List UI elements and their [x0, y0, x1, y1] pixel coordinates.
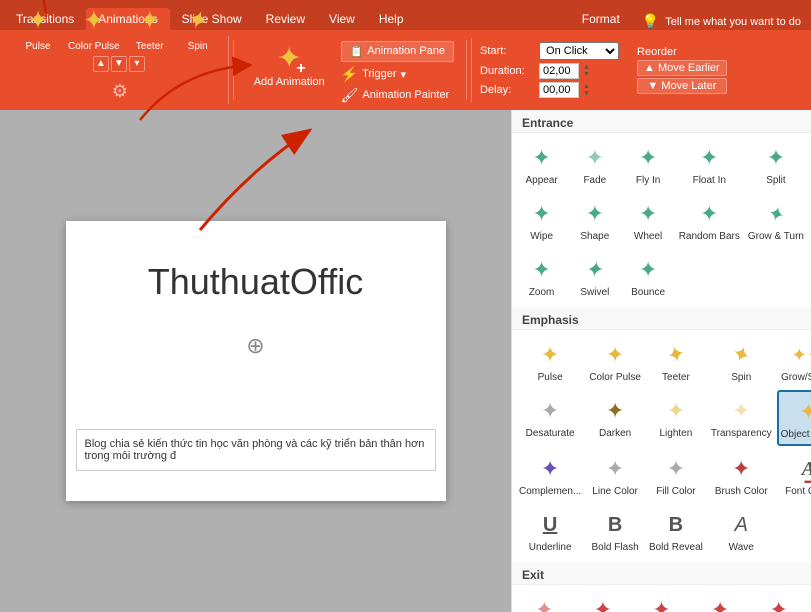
anim-bounce[interactable]: ✦ Bounce	[622, 249, 673, 303]
anim-object-color[interactable]: ✦ Object Color	[777, 390, 811, 446]
anim-random-bars[interactable]: ✦ Random Bars	[676, 193, 743, 247]
anim-spin-panel[interactable]: ✦ Spin	[708, 334, 775, 388]
anim-zoom[interactable]: ✦ Zoom	[516, 249, 567, 303]
anim-transparency[interactable]: ✦ Transparency	[708, 390, 775, 446]
anim-complement[interactable]: ✦ Complemen...	[516, 448, 584, 502]
anim-fade-exit[interactable]: ✦ Fade	[575, 589, 632, 612]
anim-float-in[interactable]: ✦ Float In	[676, 137, 743, 191]
anim-bold-flash[interactable]: B Bold Flash	[586, 504, 644, 558]
start-dropdown[interactable]: On Click	[539, 42, 619, 60]
anim-pulse[interactable]: ✦ Pulse	[16, 1, 60, 54]
timing-section: Start: On Click Duration: ▲ ▼ Delay:	[471, 38, 627, 102]
anim-appear[interactable]: ✦ Appear	[516, 137, 567, 191]
reorder-section: Reorder ▲ Move Earlier ▼ Move Later	[631, 46, 733, 94]
duration-label: Duration:	[480, 65, 535, 77]
anim-wave[interactable]: A Wave	[708, 504, 775, 558]
tell-me-text[interactable]: Tell me what you want to do	[665, 16, 801, 28]
scroll-up-btn[interactable]: ▲	[93, 56, 109, 72]
tab-review[interactable]: Review	[254, 8, 317, 30]
anim-fade[interactable]: ✦ Fade	[569, 137, 620, 191]
lightbulb-icon: 💡	[642, 13, 659, 30]
move-later-btn[interactable]: ▼ Move Later	[637, 78, 727, 94]
anim-teeter[interactable]: ✦ Teeter	[128, 1, 172, 54]
tab-format[interactable]: Format	[570, 8, 632, 30]
anim-disappear[interactable]: ✦ Disappear	[516, 589, 573, 612]
anim-bold-reveal[interactable]: B Bold Reveal	[646, 504, 706, 558]
anim-spin[interactable]: ✦ Spin	[176, 1, 220, 54]
anim-font-color[interactable]: A ▬ Font Color	[777, 448, 811, 502]
target-icon: ⊕	[246, 333, 264, 359]
pane-icon: 📋	[350, 45, 364, 58]
animation-painter-btn[interactable]: 🖌 Animation Painter	[341, 87, 454, 104]
start-label: Start:	[480, 45, 535, 57]
main-area: ThuthuatOffic ⊕ Blog chia sẻ kiến thức t…	[0, 110, 811, 612]
delay-label: Delay:	[480, 84, 535, 96]
anim-line-color[interactable]: ✦ Line Color	[586, 448, 644, 502]
scroll-down-btn[interactable]: ▼	[111, 56, 127, 72]
anim-split-exit[interactable]: ✦ Split	[750, 589, 807, 612]
anim-swivel[interactable]: ✦ Swivel	[569, 249, 620, 303]
tab-help[interactable]: Help	[367, 8, 416, 30]
animation-pane-btn[interactable]: 📋 Animation Pane	[341, 41, 454, 62]
slide-title: ThuthuatOffic	[148, 261, 363, 303]
anim-underline[interactable]: U Underline	[516, 504, 584, 558]
tab-view[interactable]: View	[317, 8, 367, 30]
anim-wheel[interactable]: ✦ Wheel	[622, 193, 673, 247]
anim-shape[interactable]: ✦ Shape	[569, 193, 620, 247]
trigger-btn[interactable]: ⚡ Trigger ▾	[341, 66, 454, 83]
duration-down[interactable]: ▼	[583, 71, 590, 78]
anim-wipe[interactable]: ✦ Wipe	[516, 193, 567, 247]
anim-float-out[interactable]: ✦ Float Out	[692, 589, 749, 612]
exit-section-title: Exit	[512, 562, 811, 585]
move-earlier-btn[interactable]: ▲ Move Earlier	[637, 60, 727, 76]
add-animation-btn[interactable]: ✦ + Add Animation	[246, 37, 333, 92]
slide-area: ThuthuatOffic ⊕ Blog chia sẻ kiến thức t…	[0, 110, 511, 612]
anim-grow-turn[interactable]: ✦ Grow & Turn	[745, 193, 807, 247]
duration-up[interactable]: ▲	[583, 64, 590, 71]
emphasis-section-title: Emphasis	[512, 307, 811, 330]
ribbon-content: ✦ Pulse ✦	[0, 30, 811, 110]
anim-teeter-panel[interactable]: ✦ Teeter	[646, 334, 706, 388]
delay-down[interactable]: ▼	[583, 90, 590, 97]
anim-fly-in[interactable]: ✦ Fly In	[622, 137, 673, 191]
anim-darken[interactable]: ✦ Darken	[586, 390, 644, 446]
slide-body-text: Blog chia sẻ kiến thức tin học văn phòng…	[85, 438, 425, 462]
entrance-grid: ✦ Appear ✦ Fade ✦ Fly In ✦ Float In ✦ Sp…	[512, 133, 811, 307]
anim-color-pulse-panel[interactable]: ✦ Color Pulse	[586, 334, 644, 388]
reorder-label: Reorder	[637, 46, 727, 58]
anim-lighten[interactable]: ✦ Lighten	[646, 390, 706, 446]
anim-split-entrance[interactable]: ✦ Split	[745, 137, 807, 191]
anim-pulse[interactable]: ✦ Pulse	[516, 334, 584, 388]
anim-fill-color[interactable]: ✦ Fill Color	[646, 448, 706, 502]
anim-color-pulse[interactable]: ✦ Color Pulse	[64, 1, 124, 54]
painter-icon: 🖌	[341, 87, 359, 104]
entrance-section-title: Entrance	[512, 110, 811, 133]
slide-text-box[interactable]: Blog chia sẻ kiến thức tin học văn phòng…	[76, 429, 436, 471]
scroll-more-btn[interactable]: ▾	[129, 56, 145, 72]
trigger-icon: ⚡	[341, 66, 358, 83]
anim-fly-out[interactable]: ✦ Fly Out	[633, 589, 690, 612]
exit-grid: ✦ Disappear ✦ Fade ✦ Fly Out ✦ Float Out…	[512, 585, 811, 612]
delay-up[interactable]: ▲	[583, 83, 590, 90]
emphasis-grid: ✦ Pulse ✦ Color Pulse ✦ Teeter ✦ Spin ✦✦…	[512, 330, 811, 562]
duration-input[interactable]	[539, 63, 579, 79]
slide: ThuthuatOffic ⊕ Blog chia sẻ kiến thức t…	[66, 221, 446, 501]
animation-group: ✦ Pulse ✦	[8, 36, 229, 104]
trigger-dropdown-icon: ▾	[401, 68, 407, 81]
anim-grow-shrink[interactable]: ✦✦ Grow/Shrink	[777, 334, 811, 388]
delay-input[interactable]	[539, 82, 579, 98]
anim-brush-color[interactable]: ✦ Brush Color	[708, 448, 775, 502]
ribbon: Transitions Animations Slide Show Review…	[0, 0, 811, 110]
animation-panel: Entrance ✦ Appear ✦ Fade ✦ Fly In ✦ Floa…	[511, 110, 811, 612]
anim-desaturate[interactable]: ✦ Desaturate	[516, 390, 584, 446]
